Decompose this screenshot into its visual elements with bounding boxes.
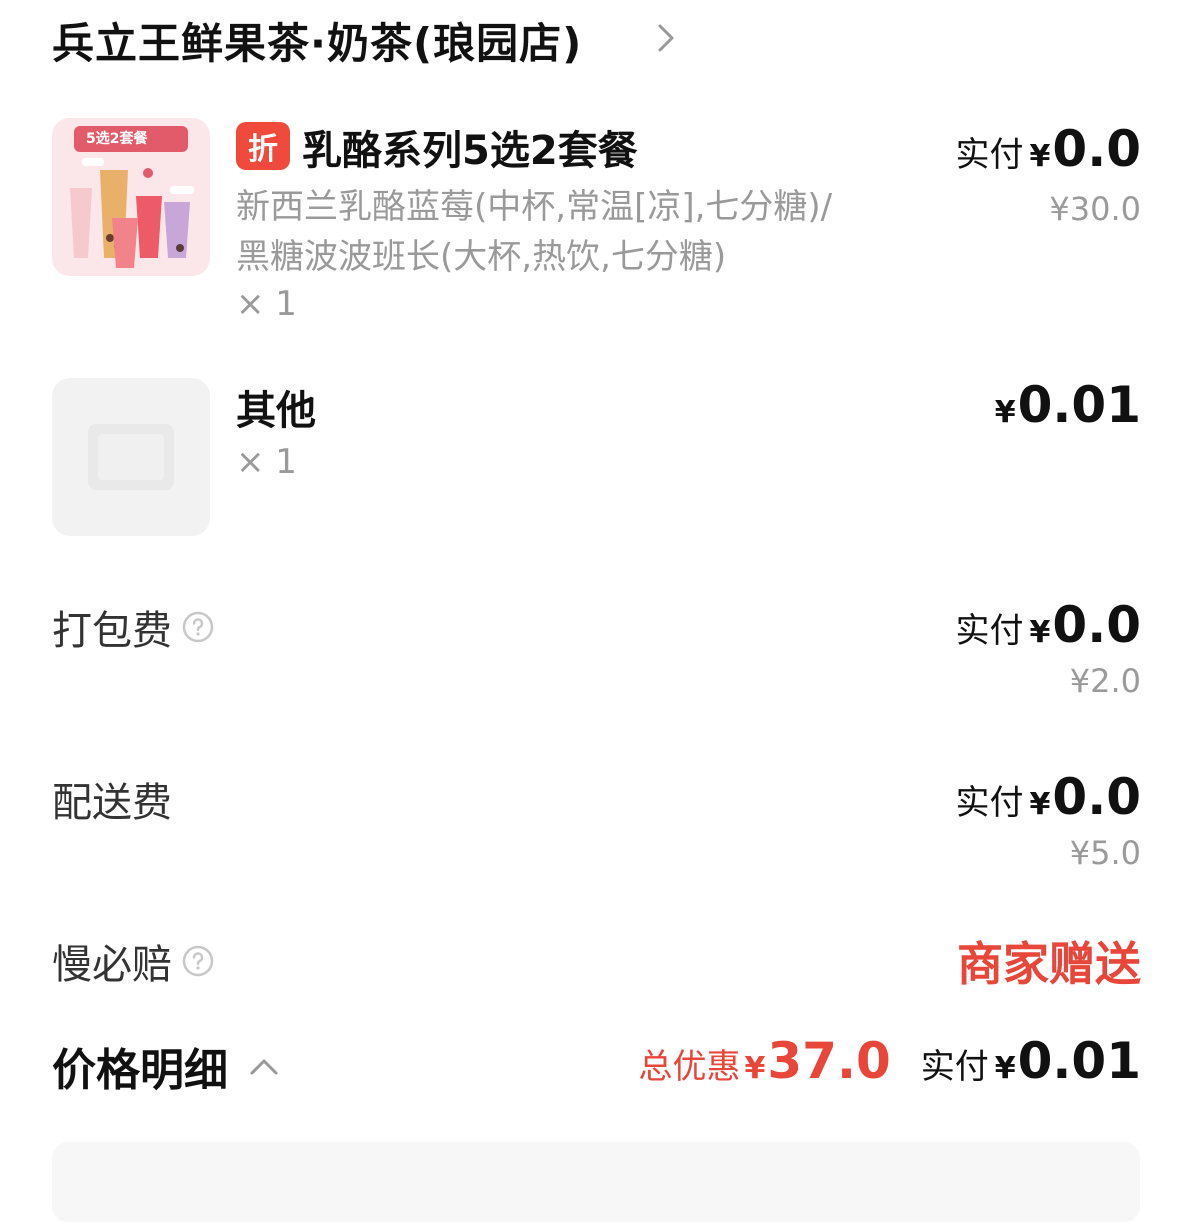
paid-label: 实付	[955, 611, 1024, 651]
currency-symbol: ¥	[1029, 615, 1051, 650]
delivery-fee-original: ¥5.0	[1069, 834, 1141, 872]
slow-compensation-label: 慢必赔	[52, 932, 214, 990]
chevron-right-icon[interactable]	[650, 18, 680, 58]
item-name[interactable]: 其他	[236, 378, 316, 436]
thumb-caption: 5选2套餐	[86, 131, 148, 147]
fee-label-text: 配送费	[52, 780, 172, 826]
paid-label: 实付	[920, 1047, 989, 1087]
paid-label: 实付	[955, 783, 1024, 823]
price-detail-title: 价格明细	[52, 1045, 228, 1096]
packing-fee-original: ¥2.0	[1069, 662, 1141, 700]
image-placeholder-icon	[88, 424, 174, 490]
delivery-fee-label: 配送费	[52, 770, 172, 828]
paid-amount: 0.0	[1052, 596, 1141, 654]
price-detail-totals: 总优惠 ¥ 37.0 实付 ¥ 0.01	[639, 1032, 1142, 1090]
delivery-fee-paid: 实付 ¥ 0.0	[956, 768, 1141, 826]
packing-fee-label: 打包费	[52, 598, 214, 656]
question-circle-icon[interactable]	[182, 611, 214, 643]
currency-symbol: ¥	[994, 395, 1016, 430]
currency-symbol: ¥	[1029, 787, 1051, 822]
total-paid-amount: 0.01	[1017, 1032, 1141, 1090]
question-circle-icon[interactable]	[182, 945, 214, 977]
fee-label-text: 慢必赔	[52, 942, 172, 988]
store-name-link[interactable]: 兵立王鲜果茶·奶茶(琅园店)	[52, 10, 582, 71]
item-name[interactable]: 乳酪系列5选2套餐	[302, 118, 638, 176]
combo-product-image[interactable]: 5选2套餐	[52, 118, 210, 276]
currency-symbol: ¥	[744, 1051, 766, 1086]
discount-badge: 折	[236, 122, 290, 170]
chevron-up-icon	[250, 1059, 278, 1075]
item-quantity: × 1	[236, 284, 297, 324]
original-price: ¥30.0	[1049, 190, 1141, 228]
item-spec-description: 新西兰乳酪蓝莓(中杯,常温[凉],七分糖)/黑糖波波班长(大杯,热饮,七分糖)	[236, 187, 833, 277]
price-detail-toggle[interactable]: 价格明细	[52, 1034, 282, 1098]
total-discount-label: 总优惠	[638, 1047, 741, 1087]
fee-label-text: 打包费	[52, 608, 172, 654]
currency-symbol: ¥	[994, 1051, 1016, 1086]
total-discount-amount: 37.0	[767, 1032, 891, 1090]
paid-amount: 0.0	[1052, 768, 1141, 826]
placeholder-image	[52, 378, 210, 536]
item-paid-price: 实付 ¥ 0.0	[956, 120, 1141, 178]
price-detail-card	[52, 1142, 1140, 1222]
item-quantity: × 1	[236, 442, 297, 482]
merchant-gift-tag: 商家赠送	[957, 937, 1141, 991]
item-paid-price: ¥ 0.01	[989, 376, 1141, 434]
currency-symbol: ¥	[1029, 139, 1051, 174]
packing-fee-paid: 实付 ¥ 0.0	[956, 596, 1141, 654]
paid-amount: 0.0	[1052, 120, 1141, 178]
paid-label: 实付	[955, 135, 1024, 175]
paid-amount: 0.01	[1017, 376, 1141, 434]
